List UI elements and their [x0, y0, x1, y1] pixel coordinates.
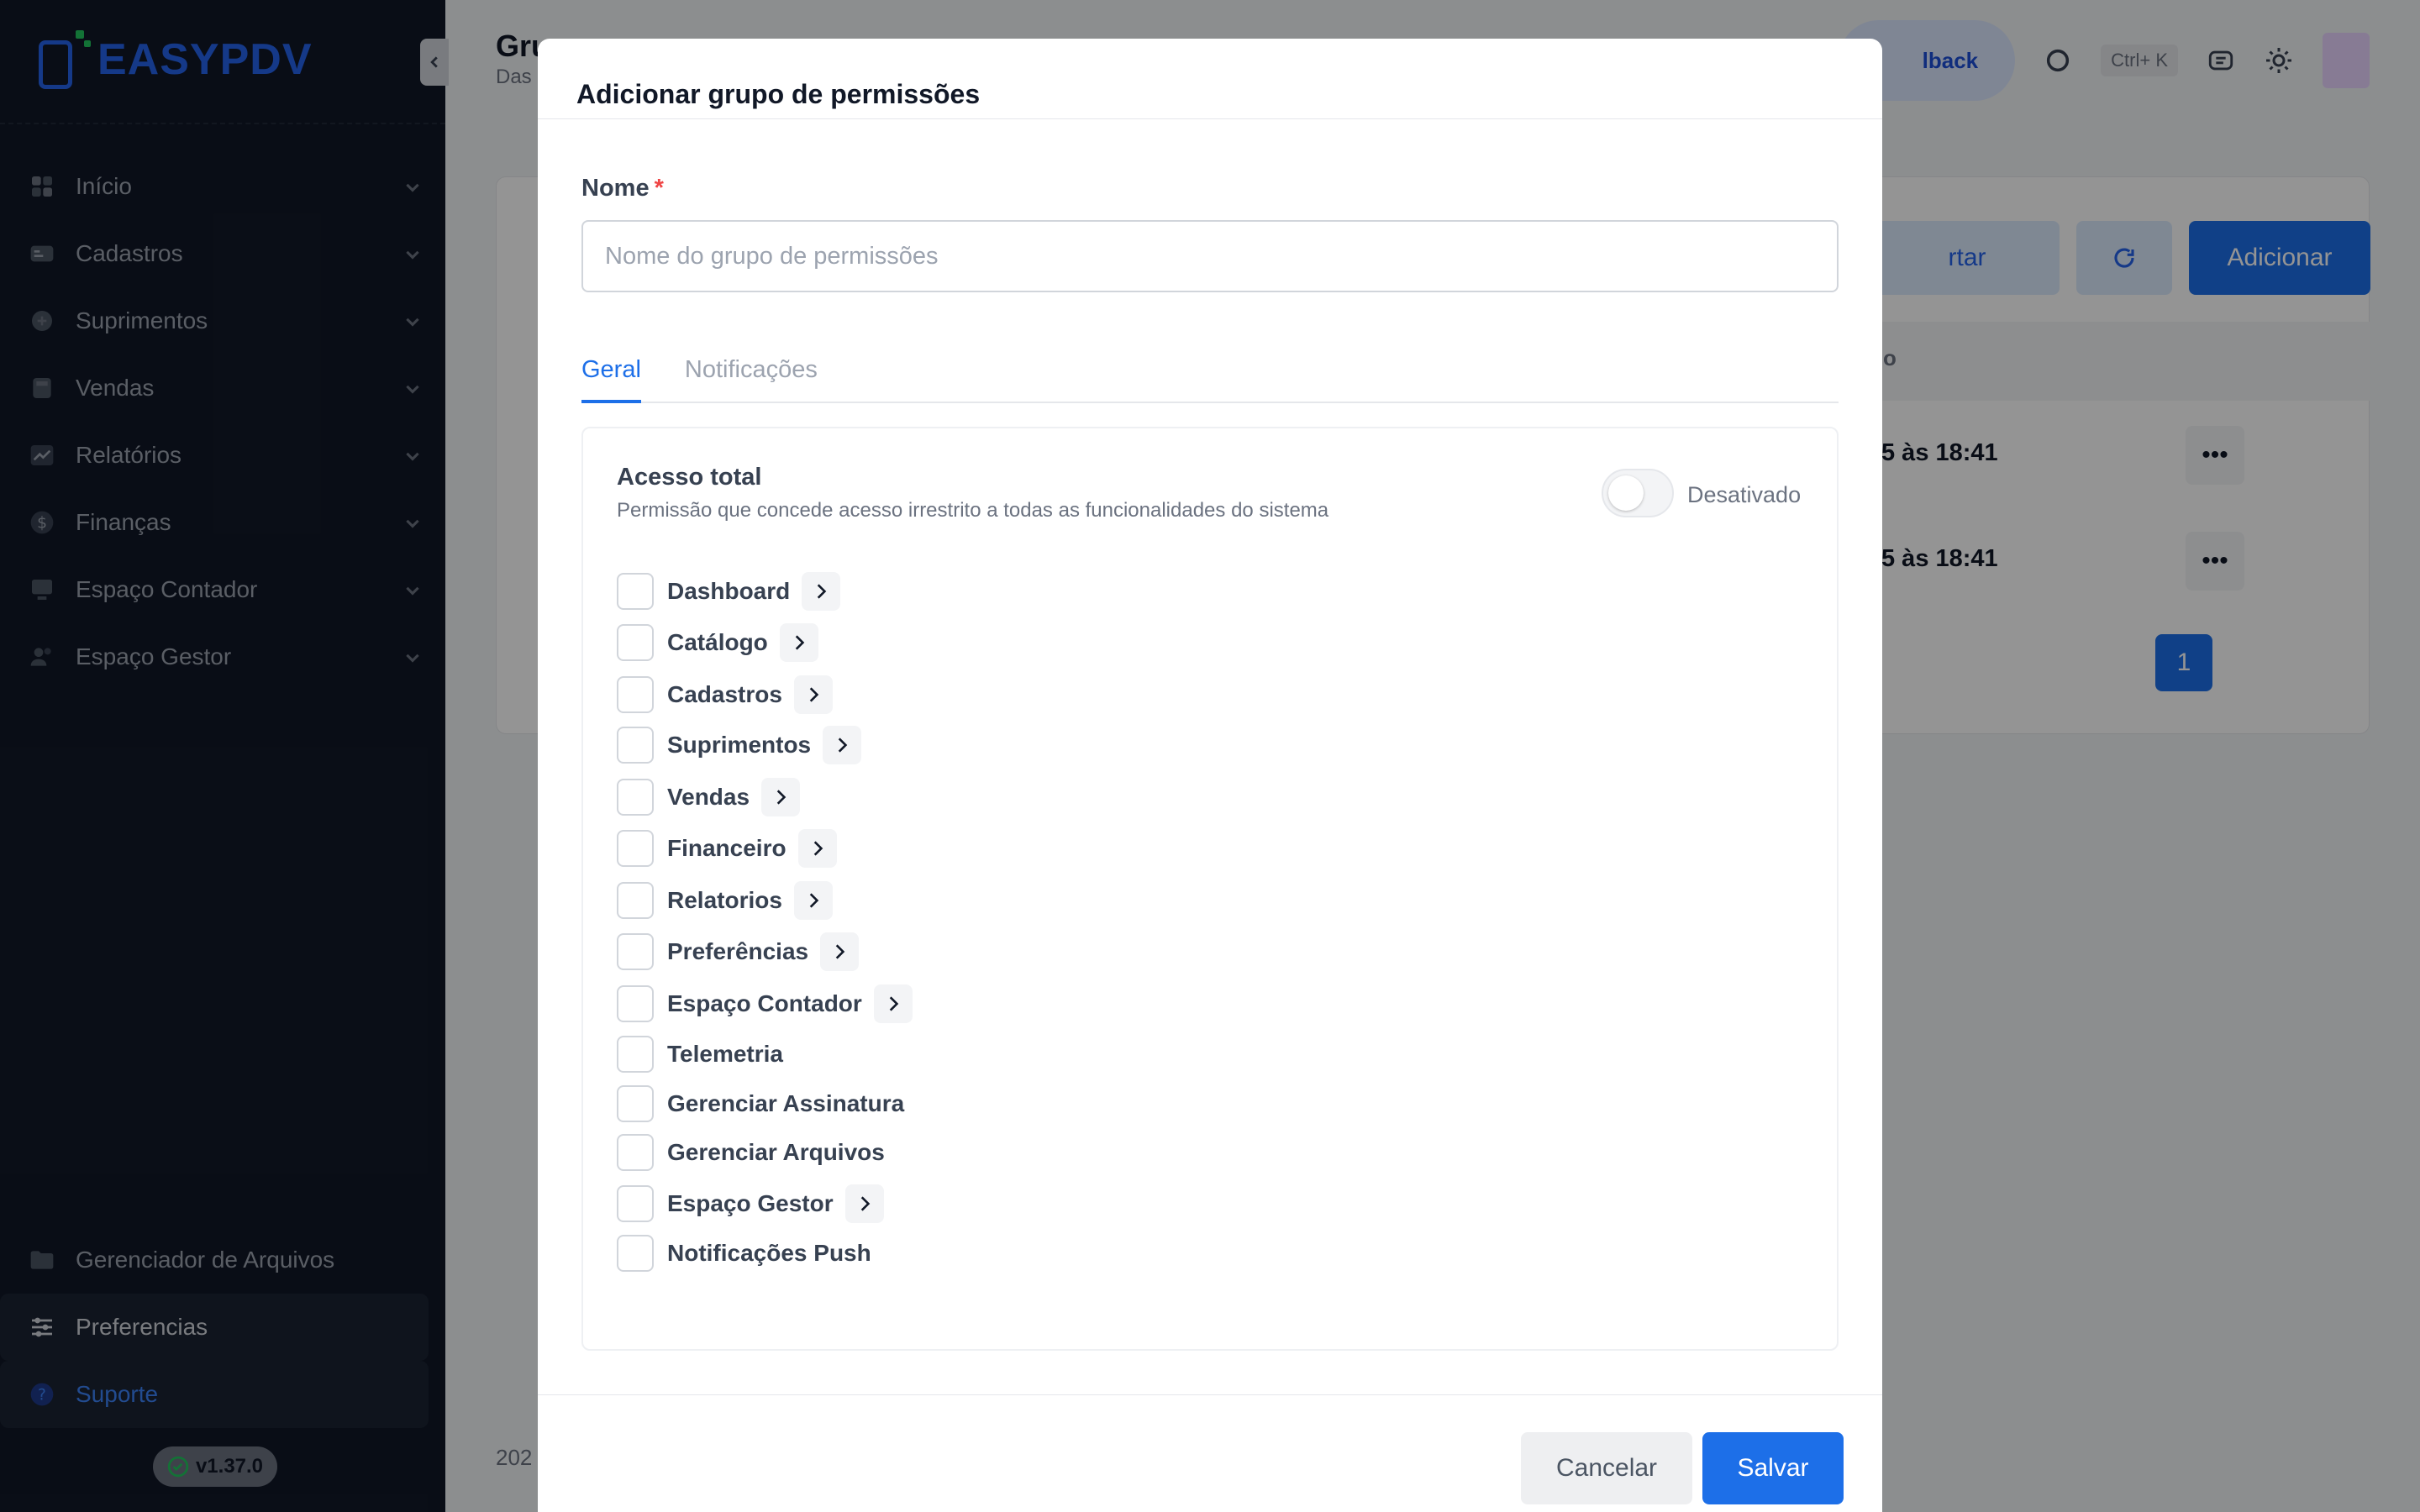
chevron-right-icon [809, 893, 819, 908]
modal-title: Adicionar grupo de permissões [576, 79, 981, 109]
full-access-toggle-state: Desativado [1687, 482, 1802, 507]
permission-row-cadastros: Cadastros [617, 675, 833, 715]
permission-checkbox[interactable] [617, 933, 654, 970]
expand-button[interactable] [823, 726, 862, 764]
permission-checkbox[interactable] [617, 830, 654, 867]
permission-label: Catálogo [667, 629, 768, 655]
chevron-right-icon [776, 790, 786, 805]
chevron-right-icon [860, 1196, 870, 1211]
permission-label: Notificações Push [667, 1240, 871, 1266]
chevron-right-icon [838, 738, 848, 753]
permission-checkbox[interactable] [617, 1235, 654, 1272]
chevron-right-icon [818, 584, 827, 599]
permission-row-espaco-gestor: Espaço Gestor [617, 1184, 884, 1224]
permission-checkbox[interactable] [617, 727, 654, 764]
permission-label: Gerenciar Arquivos [667, 1139, 885, 1165]
cancel-button[interactable]: Cancelar [1521, 1432, 1692, 1504]
permission-row-relatorios: Relatorios [617, 880, 833, 921]
toggle-knob [1608, 475, 1644, 511]
permission-checkbox[interactable] [617, 1085, 654, 1122]
permission-checkbox[interactable] [617, 1134, 654, 1171]
permission-label: Relatorios [667, 887, 782, 913]
name-field-label: Nome * [581, 175, 664, 202]
expand-button[interactable] [797, 829, 837, 868]
permission-checkbox[interactable] [617, 573, 654, 610]
expand-button[interactable] [844, 1184, 884, 1223]
permission-checkbox[interactable] [617, 624, 654, 661]
permission-row-dashboard: Dashboard [617, 571, 841, 612]
permission-label: Suprimentos [667, 732, 812, 758]
permission-label: Preferências [667, 938, 809, 964]
permission-row-gerenciar-assinatura: Gerenciar Assinatura [617, 1084, 904, 1124]
expand-button[interactable] [793, 675, 833, 714]
chevron-right-icon [809, 687, 819, 702]
tab-notificacoes[interactable]: Notificações [685, 349, 818, 403]
permission-row-telemetria: Telemetria [617, 1034, 783, 1074]
expand-button[interactable] [820, 932, 860, 971]
permission-checkbox[interactable] [617, 985, 654, 1022]
modal-tabs: Geral Notificações [581, 349, 1839, 403]
permission-row-preferencias: Preferências [617, 932, 860, 972]
permission-label: Dashboard [667, 578, 791, 604]
permission-checkbox[interactable] [617, 882, 654, 919]
full-access-description: Permissão que concede acesso irrestrito … [617, 499, 1329, 522]
permission-row-notificacoes-push: Notificações Push [617, 1233, 871, 1273]
chevron-right-icon [813, 841, 823, 856]
permissions-panel: Acesso total Permissão que concede acess… [581, 427, 1839, 1351]
permission-label: Espaço Contador [667, 990, 862, 1016]
chevron-right-icon [889, 996, 899, 1011]
permission-checkbox[interactable] [617, 1036, 654, 1073]
permission-row-suprimentos: Suprimentos [617, 725, 862, 765]
permission-checkbox[interactable] [617, 1185, 654, 1222]
permission-label: Vendas [667, 784, 750, 810]
add-permission-group-modal: Adicionar grupo de permissões Nome* Gera… [538, 39, 1882, 1512]
modal-header: Adicionar grupo de permissões [538, 39, 1882, 119]
required-mark: * [654, 175, 664, 202]
save-button[interactable]: Salvar [1702, 1432, 1844, 1504]
modal-footer: Cancelar Salvar [538, 1394, 1882, 1512]
permission-checkbox[interactable] [617, 779, 654, 816]
permission-label: Gerenciar Assinatura [667, 1090, 905, 1116]
expand-button[interactable] [873, 984, 913, 1023]
permission-row-gerenciar-arquivos: Gerenciar Arquivos [617, 1132, 885, 1173]
expand-button[interactable] [761, 778, 801, 816]
expand-button[interactable] [793, 881, 833, 920]
expand-button[interactable] [779, 623, 818, 662]
full-access-toggle[interactable] [1602, 469, 1674, 517]
permission-label: Financeiro [667, 835, 786, 861]
chevron-right-icon [835, 944, 845, 959]
permission-row-vendas: Vendas [617, 777, 801, 817]
permission-row-financeiro: Financeiro [617, 828, 837, 869]
permission-label: Telemetria [667, 1041, 783, 1067]
full-access-title: Acesso total [617, 464, 762, 491]
permission-checkbox[interactable] [617, 676, 654, 713]
group-name-input[interactable] [581, 220, 1839, 292]
permission-label: Espaço Gestor [667, 1190, 834, 1216]
chevron-right-icon [795, 635, 805, 650]
name-label-text: Nome [581, 175, 650, 202]
permission-label: Cadastros [667, 681, 782, 707]
permission-row-catalogo: Catálogo [617, 622, 818, 663]
tab-geral[interactable]: Geral [581, 349, 641, 403]
expand-button[interactable] [802, 572, 841, 611]
permission-row-espaco-contador: Espaço Contador [617, 984, 913, 1024]
